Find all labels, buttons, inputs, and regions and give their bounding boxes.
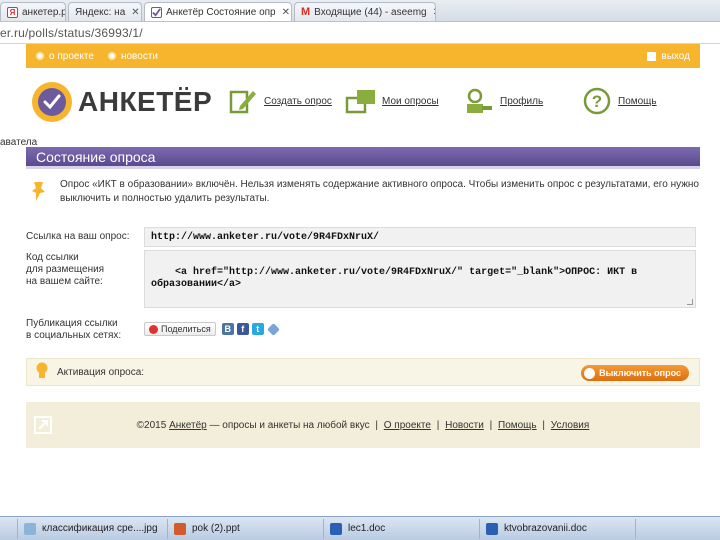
resize-handle-icon[interactable] bbox=[687, 299, 693, 305]
tab-gmail[interactable]: M Входящие (44) - aseemg ✕ bbox=[294, 2, 436, 21]
powerpoint-icon bbox=[174, 522, 186, 535]
folders-icon bbox=[344, 84, 378, 118]
power-icon bbox=[584, 367, 596, 379]
lightbulb-icon bbox=[35, 362, 49, 383]
tab-yandex[interactable]: Яндекс: на ✕ bbox=[68, 2, 142, 21]
embed-code-field[interactable]: <a href="http://www.anketer.ru/vote/9R4F… bbox=[144, 250, 696, 308]
page-title: Состояние опроса bbox=[26, 147, 700, 169]
bullet-icon bbox=[36, 52, 44, 60]
anketer-icon bbox=[151, 6, 162, 18]
taskbar-item-doc-2[interactable]: ktvobrazovanii.doc bbox=[480, 518, 636, 539]
checkbox-icon bbox=[647, 51, 657, 61]
poll-link-field[interactable]: http://www.anketer.ru/vote/9R4FDxNruX/ bbox=[144, 227, 696, 247]
footer-link-news[interactable]: Новости bbox=[445, 420, 484, 431]
activation-panel: Активация опроса: Выключить опрос bbox=[26, 358, 700, 386]
vk-icon[interactable]: В bbox=[221, 323, 234, 335]
nav-help[interactable]: ? Помощь bbox=[580, 84, 657, 118]
facebook-icon[interactable]: f bbox=[236, 323, 249, 335]
question-icon: ? bbox=[580, 84, 614, 118]
logo-check-icon bbox=[32, 82, 72, 122]
close-icon[interactable]: ✕ bbox=[131, 7, 139, 18]
deactivate-poll-button[interactable]: Выключить опрос bbox=[581, 365, 689, 381]
link-label: Ссылка на ваш опрос: bbox=[26, 231, 130, 242]
logout-link[interactable]: выход bbox=[647, 51, 690, 62]
address-bar[interactable]: er.ru/polls/status/36993/1/ bbox=[0, 22, 720, 44]
page: о проекте новости выход АНКЕТЁР Создать bbox=[0, 44, 700, 448]
yandex-icon: Я bbox=[7, 6, 18, 18]
nav-about[interactable]: о проекте bbox=[36, 51, 94, 62]
gmail-icon: M bbox=[301, 5, 311, 18]
tab-anketer-ru[interactable]: Я анкетер.ру bbox=[0, 2, 66, 21]
close-icon[interactable]: ✕ bbox=[433, 7, 435, 18]
nav-my-polls[interactable]: Мои опросы bbox=[344, 84, 439, 118]
footer-brand-link[interactable]: Анкетёр bbox=[169, 420, 207, 431]
taskbar: классификация сре....jpg pok (2).ppt lec… bbox=[0, 516, 720, 540]
nav-profile[interactable]: Профиль bbox=[462, 84, 543, 118]
external-link-icon[interactable] bbox=[34, 416, 52, 437]
nav-news[interactable]: новости bbox=[107, 51, 158, 62]
footer-link-terms[interactable]: Условия bbox=[551, 420, 590, 431]
taskbar-item-doc[interactable]: lec1.doc bbox=[324, 518, 480, 539]
bookmark-icon[interactable] bbox=[266, 322, 280, 336]
key-icon bbox=[462, 84, 496, 118]
browser-tab-bar: Я анкетер.ру Яндекс: на ✕ Анкетёр Состоя… bbox=[0, 0, 720, 22]
svg-text:?: ? bbox=[592, 92, 602, 111]
twitter-icon[interactable]: t bbox=[251, 323, 264, 335]
notice-text: Опрос «ИКТ в образовании» включён. Нельз… bbox=[60, 179, 699, 204]
site-logo[interactable]: АНКЕТЁР bbox=[32, 82, 212, 122]
taskbar-item-jpg[interactable]: классификация сре....jpg bbox=[18, 518, 168, 539]
share-button[interactable]: Поделиться bbox=[144, 322, 216, 336]
word-icon bbox=[330, 522, 342, 535]
image-file-icon bbox=[24, 522, 36, 535]
nav-create-poll[interactable]: Создать опрос bbox=[226, 84, 332, 118]
close-icon[interactable]: ✕ bbox=[282, 7, 290, 18]
footer-text: ©2015 Анкетёр — опросы и анкеты на любой… bbox=[136, 419, 590, 431]
site-header: АНКЕТЁР Создать опрос Мои опросы Профиль… bbox=[26, 68, 700, 158]
tab-anketer-status[interactable]: Анкетёр Состояние опр ✕ bbox=[144, 2, 292, 21]
footer-link-about[interactable]: О проекте bbox=[384, 420, 431, 431]
share-icon bbox=[149, 324, 158, 334]
url-text[interactable]: er.ru/polls/status/36993/1/ bbox=[0, 26, 143, 40]
site-footer: ©2015 Анкетёр — опросы и анкеты на любой… bbox=[26, 402, 700, 448]
pencil-icon bbox=[226, 84, 260, 118]
social-share: Поделиться В f t bbox=[144, 322, 280, 336]
footer-link-help[interactable]: Помощь bbox=[498, 420, 537, 431]
top-nav: о проекте новости выход bbox=[26, 44, 700, 68]
pin-icon bbox=[30, 180, 48, 205]
taskbar-start-area[interactable] bbox=[0, 518, 18, 539]
bullet-icon bbox=[107, 52, 116, 60]
social-label: Публикация ссылки в социальных сетях: bbox=[26, 318, 122, 341]
taskbar-item-ppt[interactable]: pok (2).ppt bbox=[168, 518, 324, 539]
embed-label: Код ссылки для размещения на вашем сайте… bbox=[26, 252, 105, 287]
word-icon bbox=[486, 522, 498, 535]
